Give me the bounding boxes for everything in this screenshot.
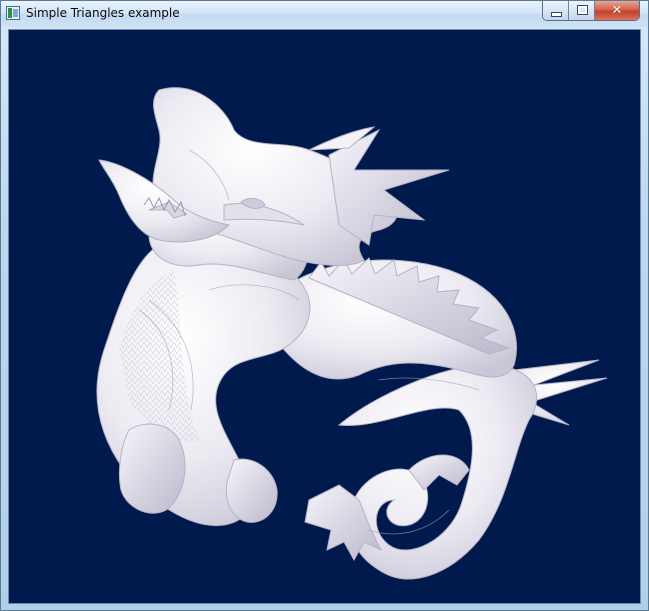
window-title: Simple Triangles example [26, 6, 180, 20]
close-button[interactable]: ✕ [595, 1, 639, 20]
app-window-icon[interactable] [6, 6, 20, 20]
caption-buttons: ✕ [542, 1, 640, 21]
render-area[interactable] [8, 29, 641, 604]
maximize-button[interactable] [569, 1, 595, 20]
minimize-icon [551, 12, 562, 17]
minimize-button[interactable] [543, 1, 569, 20]
close-icon: ✕ [611, 3, 623, 18]
app-window: Simple Triangles example ✕ [0, 0, 649, 611]
opengl-viewport[interactable] [9, 30, 640, 603]
title-bar[interactable]: Simple Triangles example ✕ [1, 1, 648, 27]
maximize-icon [577, 5, 588, 15]
